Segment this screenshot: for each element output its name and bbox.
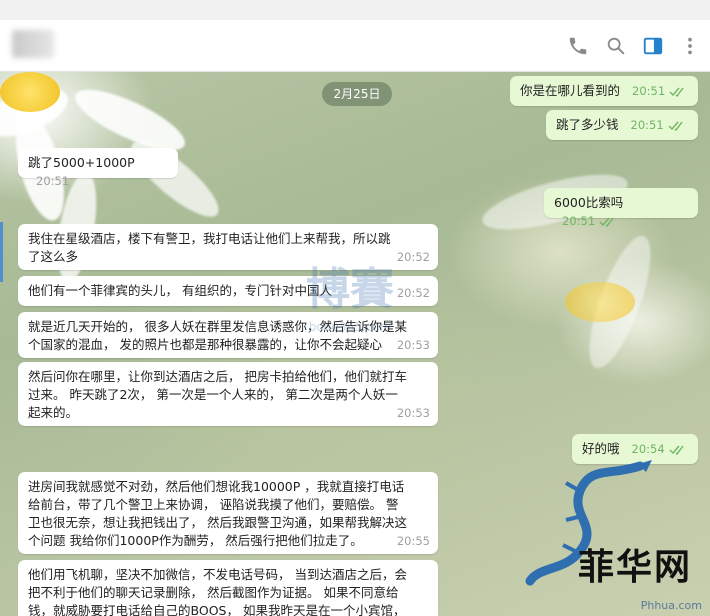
message-bubble-incoming[interactable]: 进房间我就感觉不对劲，然后他们想讹我10000P ，我就直接打电话给前台，带了几… <box>18 472 438 554</box>
message-text: 你是在哪儿看到的 <box>520 83 621 98</box>
selection-edge <box>0 222 3 282</box>
message-bubble-outgoing[interactable]: 6000比索吗 20:51 <box>544 188 698 228</box>
chat-title[interactable] <box>12 30 54 58</box>
read-checkmarks-icon <box>669 87 684 97</box>
message-text: 好的哦 <box>582 441 620 456</box>
watermark-corner-text: 菲华网 <box>577 546 692 588</box>
message-text: 6000比索吗 <box>554 195 624 210</box>
more-vertical-icon[interactable] <box>679 35 701 57</box>
message-text: 跳了5000+1000P <box>28 155 135 170</box>
phone-icon[interactable] <box>567 35 589 57</box>
read-checkmarks-icon <box>669 445 684 455</box>
watermark-center: 博賽 bodu365.com <box>285 260 415 360</box>
message-time: 20:51 <box>562 214 596 228</box>
message-text: 他们用飞机聊，坚决不加微信，不发电话号码， 当到达酒店之后，会把不利于他们的聊天… <box>28 567 407 616</box>
search-icon[interactable] <box>605 35 627 57</box>
message-text: 跳了多少钱 <box>556 117 619 132</box>
message-bubble-incoming[interactable]: 然后问你在哪里，让你到达酒店之后， 把房卡拍给他们，他们就打车过来。 昨天跳了2… <box>18 362 438 426</box>
message-time: 20:51 <box>630 118 664 132</box>
read-checkmarks-icon <box>668 121 683 131</box>
sidebar-toggle-icon[interactable] <box>642 35 664 57</box>
message-time: 20:51 <box>632 84 666 98</box>
message-meta: 20:51 <box>562 212 617 230</box>
watermark-subtext: bodu365.com <box>308 320 392 334</box>
chat-header <box>0 20 710 72</box>
window-top-strip <box>0 0 710 20</box>
message-time: 20:55 <box>396 534 430 548</box>
flower-center <box>0 72 60 112</box>
date-divider: 2月25日 <box>322 82 392 106</box>
message-time: 20:51 <box>36 174 70 188</box>
message-bubble-outgoing[interactable]: 你是在哪儿看到的 20:51 <box>510 76 698 106</box>
watermark-text: 博賽 <box>306 264 394 315</box>
message-meta: 20:51 <box>631 116 686 134</box>
message-time: 20:53 <box>396 406 430 420</box>
message-bubble-outgoing[interactable]: 跳了多少钱 20:51 <box>546 110 698 140</box>
flower-center <box>565 282 635 322</box>
read-checkmarks-icon <box>599 217 614 227</box>
watermark-corner: 菲华网 Phhua.com <box>520 456 710 616</box>
message-text: 然后问你在哪里，让你到达酒店之后， 把房卡拍给他们，他们就打车过来。 昨天跳了2… <box>28 369 407 420</box>
message-time: 20:54 <box>631 442 665 456</box>
watermark-corner-subtext: Phhua.com <box>640 599 702 612</box>
message-text: 进房间我就感觉不对劲，然后他们想讹我10000P ，我就直接打电话给前台，带了几… <box>28 479 407 548</box>
chat-area[interactable]: 2月25日 你是在哪儿看到的 20:51 跳了多少钱 20:51 跳了5000+… <box>0 72 710 616</box>
message-bubble-incoming[interactable]: 他们用飞机聊，坚决不加微信，不发电话号码， 当到达酒店之后，会把不利于他们的聊天… <box>18 560 438 616</box>
message-meta: 20:51 <box>632 82 687 100</box>
message-bubble-incoming[interactable]: 跳了5000+1000P 20:51 <box>18 148 178 188</box>
